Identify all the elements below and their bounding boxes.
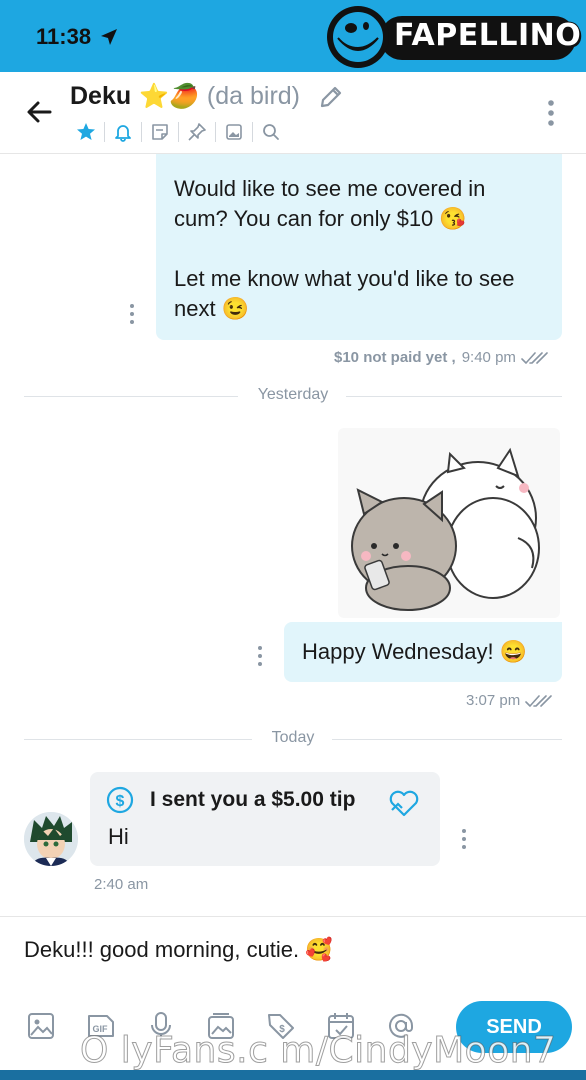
avatar[interactable]: [24, 812, 78, 866]
contact-emoji: ⭐🥭: [139, 83, 199, 110]
avatar-image: [24, 812, 78, 866]
message-meta: 2:40 am: [94, 876, 148, 893]
divider-label: Today: [271, 729, 315, 746]
svg-text:$: $: [116, 793, 125, 810]
separator: [141, 122, 142, 142]
brand-logo-text: FAPELLINO: [393, 17, 582, 54]
watermark: O lyFans.c m/CindyMoon7: [79, 1030, 557, 1072]
pin-icon[interactable]: [187, 122, 207, 142]
note-icon[interactable]: [150, 122, 170, 142]
media-gallery-icon[interactable]: [224, 122, 244, 142]
separator: [104, 122, 105, 142]
date-divider: Today: [24, 729, 562, 749]
status-time: 11:38: [36, 24, 92, 49]
contact-title[interactable]: Deku ⭐🥭 (da bird): [70, 82, 344, 111]
divider-line: [332, 739, 562, 740]
status-bar: 11:38 FAPELLINO: [0, 0, 586, 72]
separator: [252, 122, 253, 142]
message-options-icon[interactable]: [460, 828, 468, 850]
divider-label: Yesterday: [257, 386, 329, 403]
back-arrow-icon[interactable]: [24, 96, 56, 128]
read-ticks-icon: [525, 694, 553, 707]
dollar-circle-icon: $: [106, 786, 134, 814]
tip-message-text: Hi: [108, 824, 129, 849]
message-meta: 3:07 pm: [466, 692, 553, 709]
message-input[interactable]: Deku!!! good morning, cutie. 🥰: [24, 937, 333, 963]
message-meta: $10 not paid yet , 9:40 pm: [334, 349, 548, 366]
outgoing-message-bubble[interactable]: Happy Wednesday! 😄: [284, 622, 562, 682]
message-time: 2:40 am: [94, 876, 149, 893]
date-divider: Yesterday: [24, 386, 562, 406]
message-options-icon[interactable]: [128, 303, 136, 325]
bottom-strip: [0, 1070, 586, 1080]
read-ticks-icon: [521, 351, 548, 364]
location-arrow-icon: [101, 29, 117, 45]
tip-label: I sent you a $5.00 tip: [150, 788, 356, 811]
payment-status: $10 not paid yet ,: [334, 349, 456, 366]
contact-name: Deku: [70, 82, 132, 110]
star-icon[interactable]: [76, 122, 96, 142]
bell-icon[interactable]: [113, 122, 133, 142]
outgoing-message-bubble[interactable]: Would like to see me covered in cum? You…: [156, 154, 562, 340]
message-options-icon[interactable]: [256, 645, 264, 667]
separator: [215, 122, 216, 142]
contact-nickname: (da bird): [206, 82, 300, 110]
message-time: 9:40 pm: [461, 349, 516, 366]
message-text: Happy Wednesday! 😄: [302, 639, 528, 664]
more-options-icon[interactable]: [540, 98, 562, 128]
chat-header: Deku ⭐🥭 (da bird): [0, 72, 586, 154]
message-text: Would like to see me covered in cum? You…: [174, 176, 515, 321]
chat-actions: [68, 122, 289, 142]
edit-pencil-icon[interactable]: [318, 84, 344, 110]
divider-line: [346, 396, 562, 397]
image-icon[interactable]: [26, 1011, 56, 1041]
sticker-image[interactable]: [338, 428, 560, 618]
separator: [178, 122, 179, 142]
like-heart-icon[interactable]: [388, 788, 420, 818]
search-icon[interactable]: [261, 122, 281, 142]
tip-header: $ I sent you a $5.00 tip: [106, 786, 355, 814]
message-time: 3:07 pm: [466, 692, 521, 709]
cat-sticker-art: [351, 447, 540, 611]
